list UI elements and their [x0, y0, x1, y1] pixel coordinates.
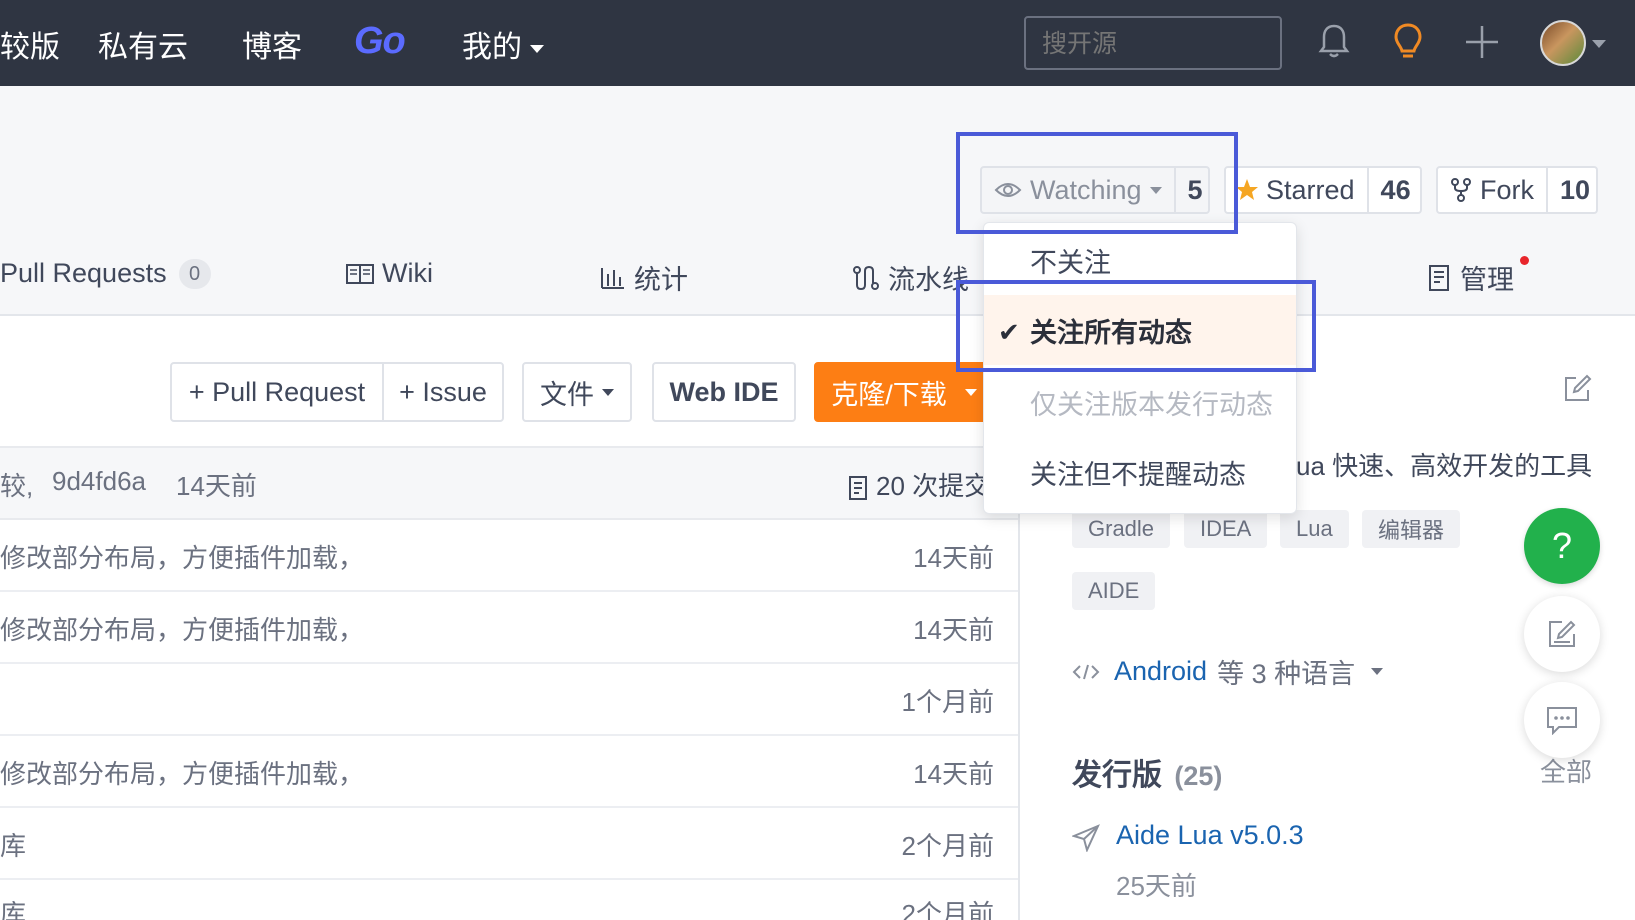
pull-requests-count-badge: 0 [178, 258, 211, 289]
tab-manage-label: 管理 [1460, 265, 1514, 295]
tab-wiki-label: Wiki [382, 258, 433, 288]
language-count: 等 3 种语言 [1217, 659, 1356, 689]
row-commit-message[interactable]: 库 [0, 826, 26, 863]
lightbulb-icon[interactable] [1386, 20, 1430, 64]
row-time: 14天前 [913, 615, 994, 645]
files-dropdown-button[interactable]: 文件 [522, 362, 632, 422]
nav-item-private-cloud[interactable]: 私有云 [98, 22, 188, 66]
chevron-down-icon [1371, 668, 1384, 675]
nav-item-blog[interactable]: 博客 [242, 22, 302, 66]
fork-toggle[interactable]: Fork [1438, 168, 1546, 212]
star-count[interactable]: 46 [1366, 168, 1423, 212]
languages-summary[interactable]: Android 等 3 种语言 [1072, 652, 1384, 691]
avatar[interactable] [1540, 20, 1586, 66]
send-icon [1072, 824, 1100, 852]
fork-label: Fork [1480, 174, 1534, 205]
nav-item-edition[interactable]: 较版 [0, 22, 60, 66]
latest-release-time: 25天前 [1116, 871, 1197, 901]
latest-release-link[interactable]: Aide Lua v5.0.3 [1116, 820, 1304, 851]
tab-manage[interactable]: 管理 [1428, 258, 1514, 297]
commit-hash[interactable]: 9d4fd6a [52, 466, 146, 497]
tag-gradle[interactable]: Gradle [1072, 510, 1171, 548]
tab-wiki[interactable]: Wiki [346, 258, 433, 289]
row-commit-message[interactable]: 修改部分布局，方便插件加载， [0, 538, 364, 575]
tab-stats[interactable]: 统计 [600, 258, 688, 297]
chevron-down-icon [530, 45, 544, 54]
commits-icon [849, 476, 867, 501]
repo-description: ua 快速、高效开发的工具 [1296, 451, 1593, 481]
tab-pull-requests-label: Pull Requests [0, 258, 167, 288]
plus-icon[interactable] [1460, 20, 1504, 64]
help-button[interactable]: ? [1524, 508, 1600, 584]
row-commit-message[interactable]: 修改部分布局，方便插件加载， [0, 754, 364, 791]
nav-item-go[interactable]: Go [354, 20, 406, 63]
chat-icon [1547, 707, 1577, 735]
menu-item-label: 关注但不提醒动态 [1030, 459, 1246, 490]
chevron-down-icon [964, 388, 977, 396]
pipeline-icon [853, 265, 879, 290]
menu-item-watch-releases: 仅关注版本发行动态 [984, 367, 1296, 437]
nav-mine-label: 我的 [462, 31, 522, 64]
tab-pipeline[interactable]: 流水线 [852, 258, 969, 297]
tag-editor[interactable]: 编辑器 [1362, 510, 1461, 548]
fork-button[interactable]: Fork 10 [1436, 166, 1598, 214]
chat-button[interactable] [1524, 682, 1600, 758]
new-issue-button[interactable]: + Issue [382, 362, 504, 422]
chevron-down-icon [602, 388, 614, 396]
language-link[interactable]: Android [1114, 656, 1207, 687]
releases-heading: 发行版 (25) [1072, 750, 1222, 794]
book-icon [346, 263, 374, 284]
code-icon [1072, 664, 1100, 679]
bar-chart-icon [601, 267, 624, 289]
files-label: 文件 [540, 379, 594, 410]
edit-note-icon [1549, 620, 1576, 647]
row-time: 2个月前 [901, 831, 994, 861]
star-button[interactable]: Starred 46 [1224, 166, 1422, 214]
tag-aide[interactable]: AIDE [1072, 572, 1156, 610]
notification-dot [1520, 256, 1529, 265]
menu-item-label: 不关注 [1030, 247, 1111, 278]
search-input[interactable] [1024, 16, 1282, 70]
highlight-box-watch-all [956, 280, 1316, 372]
bell-icon[interactable] [1312, 20, 1356, 64]
commit-count-label: 20 次提交 [876, 471, 991, 501]
tab-pull-requests[interactable]: Pull Requests 0 [0, 258, 211, 289]
settings-document-icon [1429, 264, 1449, 291]
chevron-down-icon[interactable] [1592, 40, 1606, 48]
releases-count: (25) [1174, 761, 1223, 791]
row-time: 14天前 [913, 759, 994, 789]
fork-icon [1451, 178, 1471, 202]
row-time: 14天前 [913, 543, 994, 573]
commit-time: 14天前 [176, 471, 257, 501]
clone-label: 克隆/下载 [831, 379, 947, 410]
row-time: 1个月前 [901, 687, 994, 717]
row-time: 2个月前 [901, 899, 994, 920]
top-navbar: 较版 私有云 博客 Go 我的 [0, 0, 1635, 86]
web-ide-button[interactable]: Web IDE [652, 362, 796, 422]
edit-icon[interactable] [1562, 374, 1592, 404]
tag-idea[interactable]: IDEA [1184, 510, 1268, 548]
new-pull-request-button[interactable]: + Pull Request [170, 362, 384, 422]
fork-count[interactable]: 10 [1546, 168, 1602, 212]
feedback-button[interactable] [1524, 596, 1600, 672]
star-toggle[interactable]: Starred [1226, 168, 1367, 212]
highlight-box-watching [956, 132, 1238, 234]
releases-title: 发行版 [1072, 759, 1162, 792]
star-label: Starred [1266, 174, 1355, 205]
row-commit-message[interactable]: 库 [0, 894, 26, 920]
nav-item-mine[interactable]: 我的 [462, 22, 544, 66]
menu-item-watch-silent[interactable]: 关注但不提醒动态 [984, 437, 1296, 507]
menu-item-label: 仅关注版本发行动态 [1030, 389, 1273, 420]
tag-lua[interactable]: Lua [1280, 510, 1349, 548]
tab-stats-label: 统计 [634, 265, 688, 295]
commit-count-link[interactable]: 20 次提交 [848, 466, 990, 503]
row-commit-message[interactable]: 修改部分布局，方便插件加载， [0, 610, 364, 647]
commit-message-fragment: 较, [0, 471, 34, 501]
